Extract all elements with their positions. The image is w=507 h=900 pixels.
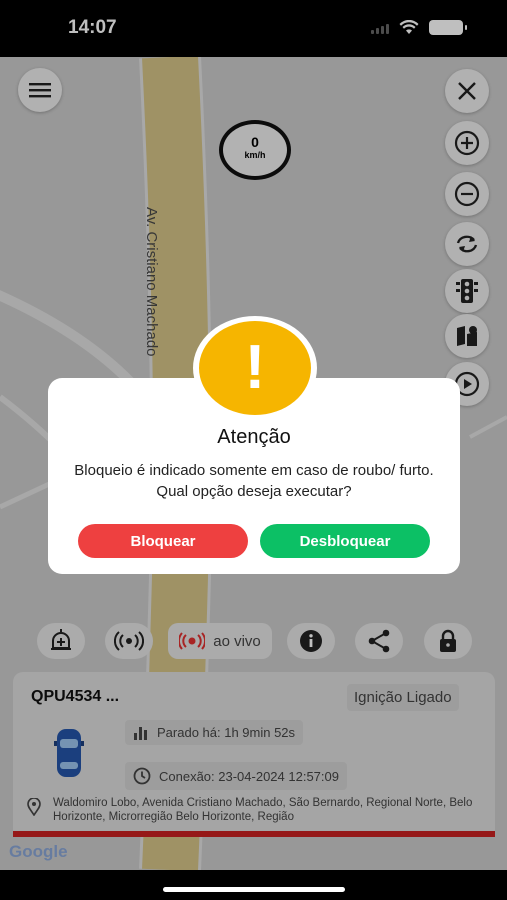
dialog-message: Bloqueio é indicado somente em caso de r… (74, 462, 434, 500)
exclamation-icon: ! (199, 321, 311, 415)
home-indicator[interactable] (163, 887, 345, 892)
dialog-title: Atenção (217, 426, 291, 448)
alert-badge: ! (193, 316, 317, 420)
block-button[interactable]: Bloquear (78, 524, 248, 558)
home-bar (0, 870, 507, 900)
unblock-button[interactable]: Desbloquear (260, 524, 430, 558)
